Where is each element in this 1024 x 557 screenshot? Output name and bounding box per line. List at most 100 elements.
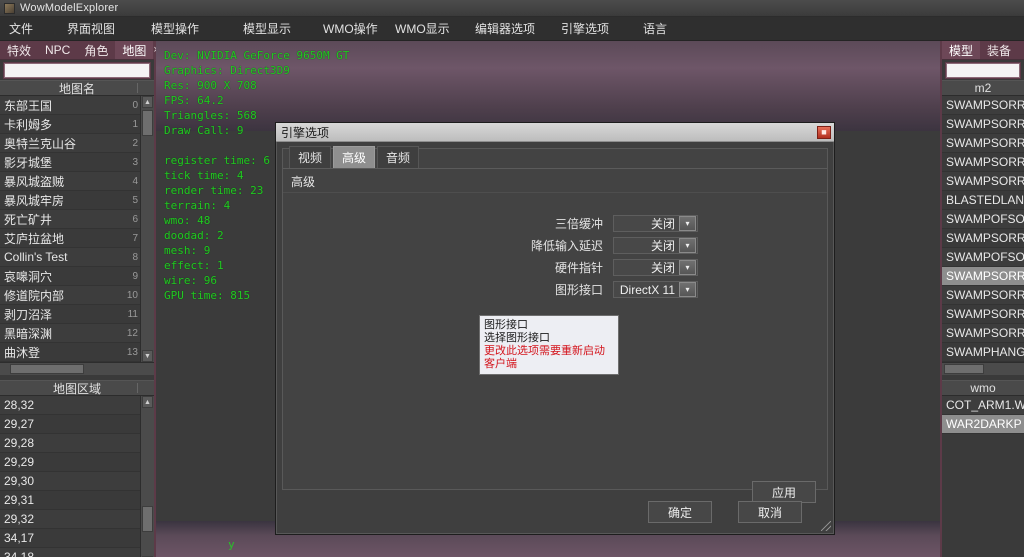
- option-dropdown[interactable]: 关闭 ▾: [613, 237, 698, 254]
- option-dropdown[interactable]: 关闭 ▾: [613, 259, 698, 276]
- list-item[interactable]: 28,32: [0, 396, 154, 415]
- list-item[interactable]: SWAMPSORR: [942, 286, 1024, 305]
- model-search-input[interactable]: [945, 62, 1021, 79]
- list-item[interactable]: 影牙城堡 3: [0, 153, 154, 172]
- list-item[interactable]: Collin's Test 8: [0, 248, 154, 267]
- dialog-tab-2[interactable]: 音频: [377, 146, 420, 168]
- list-item[interactable]: 暴风城盗贼 4: [0, 172, 154, 191]
- list-item[interactable]: WAR2DARKP: [942, 415, 1024, 434]
- list-item[interactable]: 34,18: [0, 548, 154, 557]
- list-item[interactable]: 卡利姆多 1: [0, 115, 154, 134]
- list-item[interactable]: SWAMPSORR: [942, 96, 1024, 115]
- option-dropdown[interactable]: DirectX 11 ▾: [613, 281, 698, 298]
- list-item[interactable]: SWAMPOFSO: [942, 248, 1024, 267]
- wmo-list[interactable]: COT_ARM1.W WAR2DARKP: [942, 396, 1024, 557]
- tab-装备[interactable]: 装备: [980, 41, 1018, 59]
- hscrollbar-thumb[interactable]: [10, 364, 84, 374]
- chevron-down-icon[interactable]: ▾: [679, 216, 696, 231]
- list-item-label: SWAMPSORR: [946, 231, 1024, 245]
- region-list-scrollbar[interactable]: ▲ ▼: [140, 396, 154, 557]
- list-item-label: 影牙城堡: [4, 155, 53, 170]
- tab-角色[interactable]: 角色: [77, 41, 115, 59]
- list-item[interactable]: 死亡矿井 6: [0, 210, 154, 229]
- list-item[interactable]: 东部王国 0: [0, 96, 154, 115]
- dialog-title: 引擎选项: [281, 125, 330, 140]
- list-item-label: SWAMPSORR: [946, 269, 1024, 283]
- list-item[interactable]: SWAMPSORR: [942, 134, 1024, 153]
- scrollbar-thumb[interactable]: [142, 506, 153, 532]
- dialog-body: 视频 高级 音频 高级 三倍缓冲 关闭 ▾ 降低输入延迟 关闭 ▾ 硬件指针 关闭 ▾ 图形接口 Dir…: [282, 146, 828, 490]
- menu-item-8[interactable]: 语言: [638, 17, 672, 41]
- map-list[interactable]: 东部王国 0 卡利姆多 1 奥特兰克山谷 2 影牙城堡 3 暴风城盗贼 4 暴风城牢房 5 死亡矿井 6 艾…: [0, 96, 154, 362]
- list-item[interactable]: SWAMPSORR: [942, 267, 1024, 286]
- wmo-list-header-label: wmo: [970, 381, 996, 395]
- scrollbar-thumb[interactable]: [142, 110, 153, 136]
- list-item[interactable]: 29,29: [0, 453, 154, 472]
- menu-item-6[interactable]: 编辑器选项: [470, 17, 540, 41]
- scroll-up-icon[interactable]: ▲: [142, 96, 153, 108]
- menu-item-2[interactable]: 模型操作: [146, 17, 204, 41]
- list-item[interactable]: 哀嗥洞穴 9: [0, 267, 154, 286]
- ok-button[interactable]: 确定: [648, 501, 712, 523]
- menu-item-1[interactable]: 界面视图: [62, 17, 120, 41]
- list-item[interactable]: 艾庐拉盆地 7: [0, 229, 154, 248]
- option-value: 关闭: [650, 217, 675, 231]
- map-list-scrollbar[interactable]: ▲ ▼: [140, 96, 154, 362]
- tab-模型[interactable]: 模型: [942, 41, 981, 59]
- list-item[interactable]: SWAMPHANG: [942, 343, 1024, 362]
- list-item[interactable]: SWAMPSORR: [942, 172, 1024, 191]
- dialog-tab-0[interactable]: 视频: [289, 146, 332, 168]
- apply-button[interactable]: 应用: [752, 481, 816, 503]
- tab-地图[interactable]: 地图: [115, 41, 154, 59]
- region-list[interactable]: 28,32 29,27 29,28 29,29 29,30 29,31 29,32 34,17…: [0, 396, 154, 557]
- list-item[interactable]: 29,28: [0, 434, 154, 453]
- list-item[interactable]: 29,27: [0, 415, 154, 434]
- resize-grip-icon[interactable]: [821, 521, 831, 531]
- list-item-label: SWAMPSORR: [946, 288, 1024, 302]
- hscrollbar-thumb[interactable]: [944, 364, 984, 374]
- close-icon[interactable]: ■: [817, 125, 831, 139]
- list-item[interactable]: SWAMPSORR: [942, 229, 1024, 248]
- map-list-hscrollbar[interactable]: [0, 362, 154, 375]
- menu-item-5[interactable]: WMO显示: [390, 17, 455, 41]
- list-item[interactable]: SWAMPSORR: [942, 153, 1024, 172]
- scroll-up-icon[interactable]: ▲: [142, 396, 153, 408]
- list-item[interactable]: 奥特兰克山谷 2: [0, 134, 154, 153]
- tab-NPC[interactable]: NPC: [38, 41, 77, 59]
- chevron-down-icon[interactable]: ▾: [679, 260, 696, 275]
- list-item[interactable]: 修道院内部 10: [0, 286, 154, 305]
- list-item[interactable]: 34,17: [0, 529, 154, 548]
- menu-item-7[interactable]: 引擎选项: [556, 17, 614, 41]
- menu-item-4[interactable]: WMO操作: [318, 17, 383, 41]
- window-titlebar: WowModelExplorer: [0, 0, 1024, 17]
- chevron-down-icon[interactable]: ▾: [679, 282, 696, 297]
- list-item[interactable]: 黑暗深渊 12: [0, 324, 154, 343]
- m2-list[interactable]: SWAMPSORR SWAMPSORR SWAMPSORR SWAMPSORR SWAM…: [942, 96, 1024, 362]
- list-item-label: 29,32: [4, 512, 35, 526]
- option-dropdown[interactable]: 关闭 ▾: [613, 215, 698, 232]
- chevron-down-icon[interactable]: ▾: [679, 238, 696, 253]
- map-search-input[interactable]: [3, 62, 151, 79]
- list-item[interactable]: 曲沐登 13: [0, 343, 154, 362]
- cancel-button[interactable]: 取消: [738, 501, 802, 523]
- m2-list-hscrollbar[interactable]: [942, 362, 1024, 375]
- tab-特效[interactable]: 特效: [0, 41, 38, 59]
- right-panel: 模型 装备 m2 SWAMPSORR SWAMPSORR SWAMPSORR SWAMP…: [940, 41, 1024, 557]
- menu-item-3[interactable]: 模型显示: [238, 17, 296, 41]
- list-item[interactable]: SWAMPSORR: [942, 115, 1024, 134]
- dialog-tab-1[interactable]: 高级: [333, 146, 376, 168]
- list-item[interactable]: 29,30: [0, 472, 154, 491]
- list-item[interactable]: SWAMPSORR: [942, 305, 1024, 324]
- list-item[interactable]: BLASTEDLAND: [942, 191, 1024, 210]
- menu-item-0[interactable]: 文件: [4, 17, 38, 41]
- list-item[interactable]: SWAMPSORR: [942, 324, 1024, 343]
- list-item[interactable]: SWAMPOFSO: [942, 210, 1024, 229]
- scroll-down-icon[interactable]: ▼: [142, 350, 153, 362]
- region-list-header: 地图区域: [0, 380, 154, 396]
- list-item[interactable]: 29,32: [0, 510, 154, 529]
- list-item[interactable]: 暴风城牢房 5: [0, 191, 154, 210]
- option-row-1: 降低输入延迟 关闭 ▾: [283, 237, 827, 254]
- list-item[interactable]: 29,31: [0, 491, 154, 510]
- list-item[interactable]: 剥刀沼泽 11: [0, 305, 154, 324]
- list-item[interactable]: COT_ARM1.W: [942, 396, 1024, 415]
